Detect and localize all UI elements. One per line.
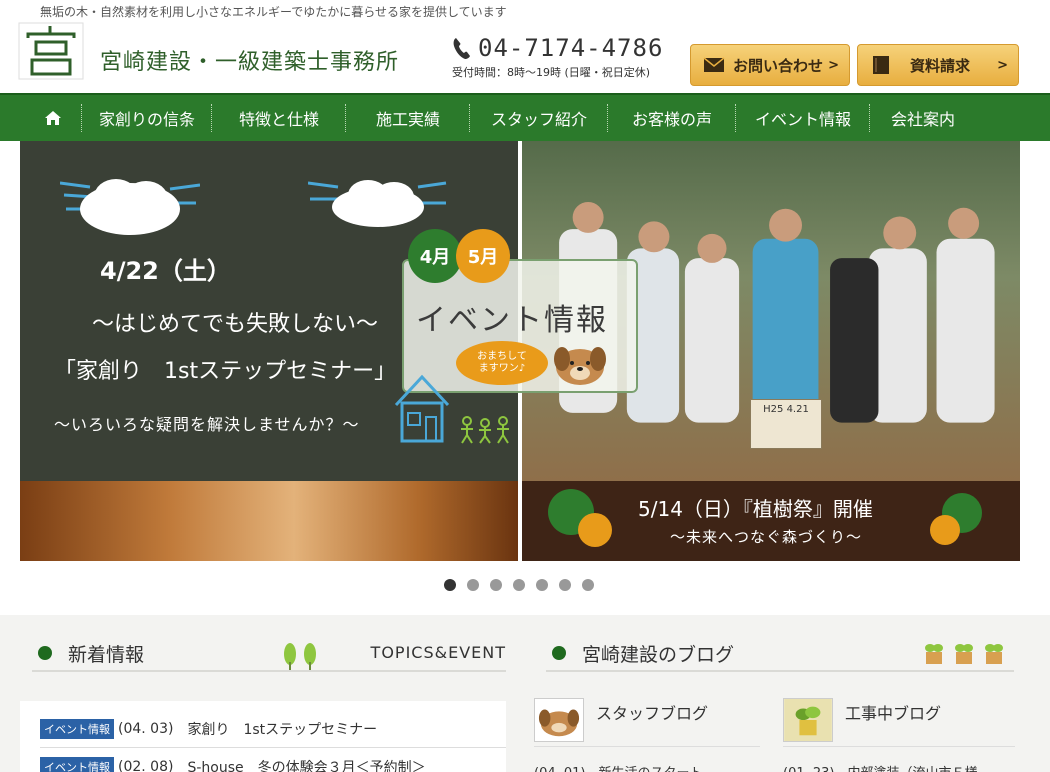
blog-header: 宮崎建設のブログ	[546, 638, 1014, 672]
divider	[783, 746, 1015, 747]
interior-photo	[20, 481, 518, 561]
chevron-right-icon: >	[828, 57, 839, 73]
slider-dot[interactable]	[490, 579, 502, 591]
news-date: (02. 08)	[118, 759, 174, 772]
slider-dot[interactable]	[559, 579, 571, 591]
slider-dot[interactable]	[536, 579, 548, 591]
business-hours: 受付時間：8時～19時 (日曜・祝日定休)	[452, 66, 651, 79]
site-tagline: 無垢の木・自然素材を利用し小さなエネルギーでゆたかに暮らせる家を提供しています	[40, 5, 507, 19]
speech-bubble: おまちして ますワン♪	[456, 341, 548, 385]
mail-icon	[703, 57, 725, 72]
news-date: (04. 03)	[118, 721, 174, 737]
news-header: 新着情報 TOPICS&EVENT	[32, 638, 506, 672]
decor-dot	[578, 513, 612, 547]
divider	[40, 747, 506, 748]
bullet-icon	[552, 646, 566, 660]
dog-mascot-icon	[534, 698, 584, 742]
construction-blog-label: 工事中ブログ	[845, 704, 942, 723]
plant-photo-icon	[783, 698, 833, 742]
family-icon	[461, 416, 509, 444]
staff-blog-latest[interactable]: (04. 01) 新生活のスタート	[534, 762, 703, 772]
cloud-icon	[60, 179, 200, 235]
main-nav: 家創りの信条 特徴と仕様 施工実績 スタッフ紹介 お客様の声 イベント情報 会社…	[0, 93, 1050, 141]
nav-home[interactable]	[24, 95, 82, 141]
event-info-title: イベント情報	[416, 303, 608, 338]
decor-dot	[930, 515, 960, 545]
slider-dot[interactable]	[513, 579, 525, 591]
dog-mascot-icon	[554, 347, 606, 385]
seedling-pots-icon	[925, 644, 1003, 664]
phone-block: 04-7174-4786 受付時間：8時～19時 (日曜・祝日定休)	[452, 34, 682, 80]
news-title: 新着情報	[68, 644, 145, 666]
nav-item-features[interactable]: 特徴と仕様	[212, 95, 346, 141]
slider-dot[interactable]	[467, 579, 479, 591]
news-list: イベント情報 (04. 03) 家創り 1stステップセミナー イベント情報 (…	[20, 701, 506, 772]
contact-button[interactable]: お問い合わせ >	[690, 44, 850, 86]
nav-item-philosophy[interactable]: 家創りの信条	[82, 95, 212, 141]
staff-blog-link[interactable]: スタッフブログ	[534, 698, 708, 744]
hero-slider[interactable]: 4/22（土） ～はじめてでも失敗しない～ 「家創り 1stステップセミナー」 …	[20, 141, 1020, 561]
seminar-date: 4/22（土）	[100, 257, 231, 285]
bullet-icon	[38, 646, 52, 660]
request-docs-label: 資料請求	[910, 56, 971, 75]
phone-icon	[453, 38, 470, 59]
news-tag: イベント情報	[40, 719, 114, 739]
company-name[interactable]: 宮崎建設・一級建築士事務所	[100, 44, 399, 76]
slider-dot[interactable]	[582, 579, 594, 591]
month-badge-april: 4月	[408, 229, 462, 283]
nav-item-staff[interactable]: スタッフ紹介	[470, 95, 608, 141]
news-text: S-house 冬の体験会３月＜予約制＞	[187, 760, 426, 772]
house-icon	[394, 374, 450, 443]
news-tag: イベント情報	[40, 757, 114, 772]
news-text: 家創り 1stステップセミナー	[187, 722, 378, 738]
seminar-tagline: ～はじめてでも失敗しない～	[92, 312, 379, 337]
nav-item-voices[interactable]: お客様の声	[608, 95, 736, 141]
slider-pager	[444, 579, 594, 591]
planting-sign: H25 4.21	[750, 399, 822, 449]
trees-icon	[284, 643, 316, 670]
slider-dot[interactable]	[444, 579, 456, 591]
news-subtitle: TOPICS&EVENT	[370, 643, 506, 662]
company-logo-icon[interactable]	[18, 22, 84, 80]
nav-item-company[interactable]: 会社案内	[870, 95, 976, 141]
book-icon	[873, 56, 889, 74]
construction-blog-latest[interactable]: (01. 23) 内部塗装（流山市Ｅ様	[783, 762, 978, 772]
seminar-title: 「家創り 1stステップセミナー」	[54, 359, 397, 384]
planting-subtitle: ～未来へつなぐ森づくり～	[670, 528, 863, 546]
request-docs-button[interactable]: 資料請求 >	[857, 44, 1019, 86]
news-item[interactable]: イベント情報 (02. 08) S-house 冬の体験会３月＜予約制＞	[40, 757, 426, 772]
phone-number[interactable]: 04-7174-4786	[478, 34, 663, 62]
nav-item-events[interactable]: イベント情報	[736, 95, 870, 141]
seminar-subtitle: ～いろいろな疑問を解決しませんか？～	[54, 415, 360, 434]
cloud-icon	[308, 180, 447, 227]
planting-title: 5/14（日）『植樹祭』開催	[638, 497, 873, 521]
home-icon	[45, 111, 61, 125]
nav-item-works[interactable]: 施工実績	[346, 95, 470, 141]
chevron-right-icon: >	[997, 57, 1008, 73]
news-item[interactable]: イベント情報 (04. 03) 家創り 1stステップセミナー	[40, 719, 377, 739]
month-badge-may: 5月	[456, 229, 510, 283]
staff-blog-label: スタッフブログ	[596, 704, 709, 723]
divider	[534, 746, 760, 747]
contact-button-label: お問い合わせ	[733, 56, 824, 75]
construction-blog-link[interactable]: 工事中ブログ	[783, 698, 941, 744]
blog-title: 宮崎建設のブログ	[582, 644, 735, 666]
